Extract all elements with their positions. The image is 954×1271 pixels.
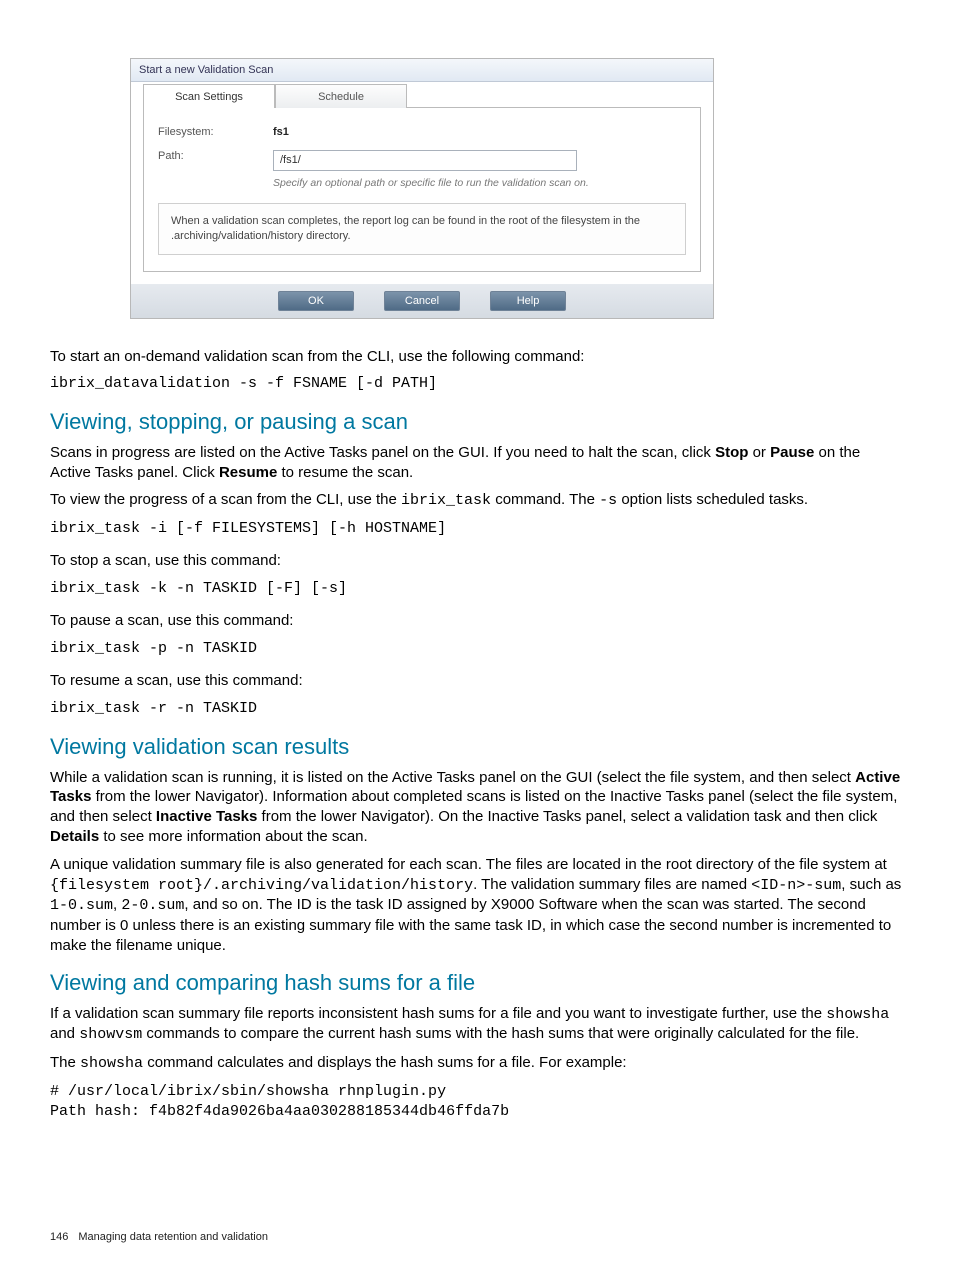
dialog-title: Start a new Validation Scan [131,59,713,82]
path-label: Path: [158,150,273,171]
path-input[interactable]: /fs1/ [273,150,577,171]
report-location-note: When a validation scan completes, the re… [158,203,686,255]
inline-flag-s: -s [599,492,617,509]
stop-scan-paragraph: To stop a scan, use this command: [50,551,904,571]
hash-paragraph-1: If a validation scan summary file report… [50,1004,904,1046]
filesystem-value: fs1 [273,126,289,138]
bold-stop: Stop [715,444,748,461]
heading-hash-sums: Viewing and comparing hash sums for a fi… [50,970,904,996]
ok-button[interactable]: OK [278,291,354,311]
page-footer: 146 Managing data retention and validatio… [50,1231,268,1243]
cmd-task-k: ibrix_task -k -n TASKID [-F] [-s] [50,579,904,599]
bold-inactive-tasks: Inactive Tasks [156,808,257,825]
inline-showvsm: showvsm [79,1026,142,1043]
page-number: 146 [50,1231,68,1243]
inline-id-n-sum: <ID-n>-sum [751,877,841,894]
tab-schedule[interactable]: Schedule [275,84,407,108]
cmd-task-i: ibrix_task -i [-f FILESYSTEMS] [-h HOSTN… [50,519,904,539]
bold-resume: Resume [219,464,277,481]
tab-scan-settings[interactable]: Scan Settings [143,84,275,108]
heading-view-stop-pause: Viewing, stopping, or pausing a scan [50,409,904,435]
results-paragraph-2: A unique validation summary file is also… [50,855,904,956]
help-button[interactable]: Help [490,291,566,311]
validation-scan-dialog: Start a new Validation Scan Scan Setting… [130,58,714,319]
path-hint: Specify an optional path or specific fil… [273,177,686,189]
pause-scan-paragraph: To pause a scan, use this command: [50,611,904,631]
cmd-task-p: ibrix_task -p -n TASKID [50,639,904,659]
filesystem-label: Filesystem: [158,126,273,138]
showsha-example: # /usr/local/ibrix/sbin/showsha rhnplugi… [50,1082,904,1123]
inline-1-0-sum: 1-0.sum [50,897,113,914]
results-paragraph-1: While a validation scan is running, it i… [50,768,904,847]
start-cli-command: ibrix_datavalidation -s -f FSNAME [-d PA… [50,374,904,394]
inline-showsha-2: showsha [80,1055,143,1072]
heading-scan-results: Viewing validation scan results [50,734,904,760]
resume-scan-paragraph: To resume a scan, use this command: [50,671,904,691]
inline-2-0-sum: 2-0.sum [121,897,184,914]
scan-progress-cli-paragraph: To view the progress of a scan from the … [50,490,904,511]
hash-paragraph-2: The showsha command calculates and displ… [50,1053,904,1074]
inline-ibrix-task: ibrix_task [401,492,491,509]
bold-pause: Pause [770,444,814,461]
chapter-title: Managing data retention and validation [78,1231,268,1243]
bold-details: Details [50,828,99,845]
inline-fs-root-path: {filesystem root}/.archiving/validation/… [50,877,473,894]
cancel-button[interactable]: Cancel [384,291,460,311]
scan-settings-panel: Filesystem: fs1 Path: /fs1/ Specify an o… [143,107,701,272]
cmd-task-r: ibrix_task -r -n TASKID [50,699,904,719]
inline-showsha: showsha [826,1006,889,1023]
scans-progress-paragraph: Scans in progress are listed on the Acti… [50,443,904,483]
start-cli-paragraph: To start an on-demand validation scan fr… [50,347,904,367]
